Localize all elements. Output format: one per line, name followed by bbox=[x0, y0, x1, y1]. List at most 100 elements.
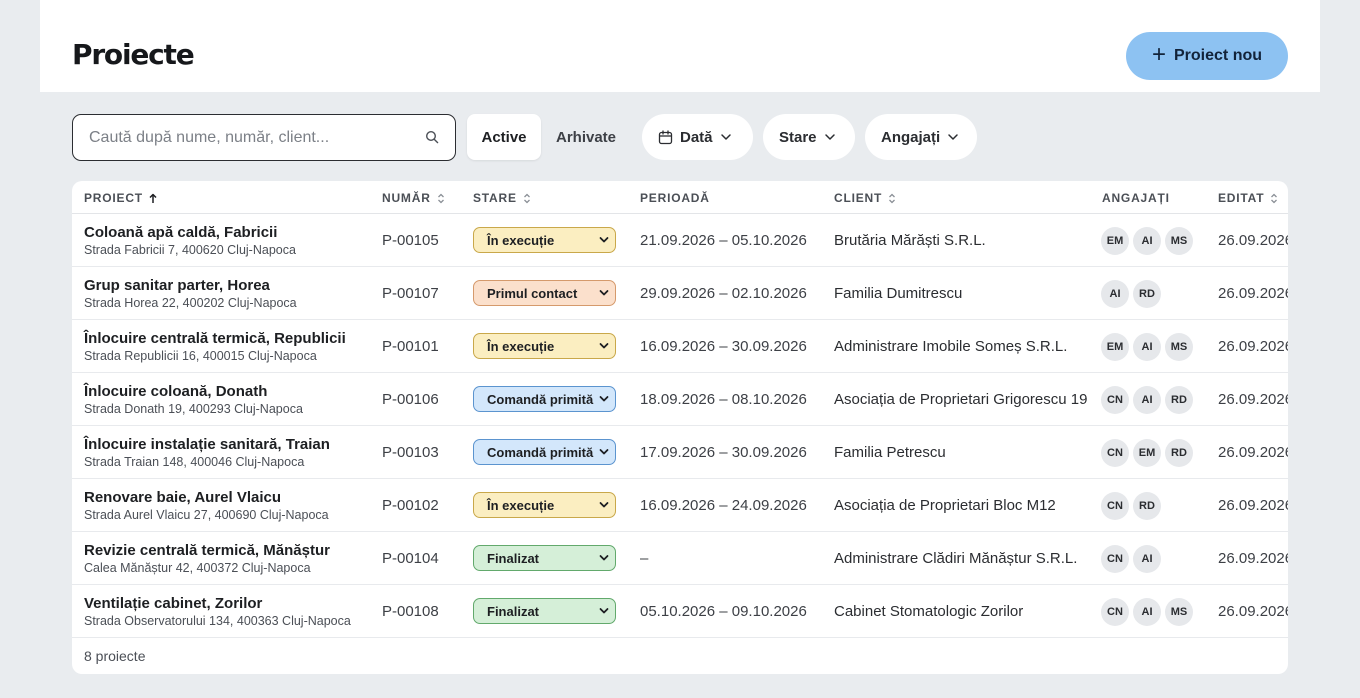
new-project-button[interactable]: + Proiect nou bbox=[1126, 32, 1288, 80]
arrow-up-icon bbox=[149, 193, 157, 203]
avatar[interactable]: CN bbox=[1101, 386, 1129, 414]
status-select[interactable]: În execuție bbox=[473, 333, 616, 359]
table-row[interactable]: Înlocuire coloană, Donath Strada Donath … bbox=[72, 373, 1288, 426]
sort-icon bbox=[437, 193, 444, 203]
project-number: P-00106 bbox=[382, 391, 439, 408]
employees-filter[interactable]: Angajați bbox=[865, 114, 977, 160]
project-client: Cabinet Stomatologic Zorilor bbox=[834, 603, 1024, 620]
avatar[interactable]: RD bbox=[1133, 492, 1161, 520]
table-row[interactable]: Revizie centrală termică, Mănăștur Calea… bbox=[72, 532, 1288, 585]
tab-archived[interactable]: Arhivate bbox=[546, 114, 626, 160]
project-name[interactable]: Grup sanitar parter, Horea bbox=[84, 277, 270, 294]
avatar[interactable]: CN bbox=[1101, 439, 1129, 467]
edited-date: 26.09.2026 bbox=[1218, 603, 1288, 620]
chevron-down-icon bbox=[948, 134, 958, 140]
avatar[interactable]: AI bbox=[1133, 386, 1161, 414]
project-number: P-00107 bbox=[382, 285, 439, 302]
column-header-edited[interactable]: EDITAT bbox=[1218, 191, 1278, 205]
status-select[interactable]: Finalizat bbox=[473, 545, 616, 571]
date-filter[interactable]: Dată bbox=[642, 114, 753, 160]
column-header-label: STARE bbox=[473, 191, 517, 205]
page-title: Proiecte bbox=[72, 38, 195, 71]
status-select[interactable]: Primul contact bbox=[473, 280, 616, 306]
employee-avatars: EM AI MS bbox=[1101, 333, 1193, 361]
table-row[interactable]: Grup sanitar parter, Horea Strada Horea … bbox=[72, 267, 1288, 320]
employee-avatars: CN EM RD bbox=[1101, 439, 1193, 467]
status-select[interactable]: În execuție bbox=[473, 492, 616, 518]
status-value: Comandă primită bbox=[487, 391, 594, 407]
avatar[interactable]: AI bbox=[1133, 598, 1161, 626]
project-address: Strada Aurel Vlaicu 27, 400690 Cluj-Napo… bbox=[84, 508, 329, 522]
project-client: Asociația de Proprietari Bloc M12 bbox=[834, 497, 1056, 514]
table-row[interactable]: Renovare baie, Aurel Vlaicu Strada Aurel… bbox=[72, 479, 1288, 532]
table-row[interactable]: Coloană apă caldă, Fabricii Strada Fabri… bbox=[72, 214, 1288, 267]
status-select[interactable]: În execuție bbox=[473, 227, 616, 253]
avatar[interactable]: CN bbox=[1101, 598, 1129, 626]
project-number: P-00102 bbox=[382, 497, 439, 514]
project-name[interactable]: Ventilație cabinet, Zorilor bbox=[84, 595, 262, 612]
column-header-project[interactable]: PROIECT bbox=[84, 191, 157, 205]
table-row[interactable]: Ventilație cabinet, Zorilor Strada Obser… bbox=[72, 585, 1288, 638]
employee-avatars: CN AI bbox=[1101, 545, 1161, 573]
employees-filter-label: Angajați bbox=[881, 128, 941, 146]
column-header-status[interactable]: STARE bbox=[473, 191, 531, 205]
avatar[interactable]: EM bbox=[1101, 227, 1129, 255]
chevron-down-icon bbox=[599, 343, 609, 349]
avatar[interactable]: RD bbox=[1133, 280, 1161, 308]
table-header: PROIECT NUMĂR STARE PERIOADĂ CLIENT ANGA… bbox=[72, 181, 1288, 214]
project-name[interactable]: Revizie centrală termică, Mănăștur bbox=[84, 542, 330, 559]
new-project-label: Proiect nou bbox=[1174, 47, 1263, 64]
project-name[interactable]: Renovare baie, Aurel Vlaicu bbox=[84, 489, 281, 506]
avatar[interactable]: EM bbox=[1133, 439, 1161, 467]
avatar[interactable]: AI bbox=[1133, 545, 1161, 573]
avatar[interactable]: EM bbox=[1101, 333, 1129, 361]
search-input[interactable] bbox=[89, 115, 419, 160]
chevron-down-icon bbox=[599, 608, 609, 614]
column-header-number[interactable]: NUMĂR bbox=[382, 191, 445, 205]
column-header-label: PERIOADĂ bbox=[640, 191, 710, 205]
project-address: Strada Republicii 16, 400015 Cluj-Napoca bbox=[84, 349, 317, 363]
sort-icon bbox=[1271, 193, 1278, 203]
chevron-down-icon bbox=[599, 237, 609, 243]
project-number: P-00101 bbox=[382, 338, 439, 355]
status-select[interactable]: Finalizat bbox=[473, 598, 616, 624]
project-address: Strada Donath 19, 400293 Cluj-Napoca bbox=[84, 402, 303, 416]
status-filter[interactable]: Stare bbox=[763, 114, 855, 160]
status-select[interactable]: Comandă primită bbox=[473, 439, 616, 465]
avatar[interactable]: AI bbox=[1133, 333, 1161, 361]
chevron-down-icon bbox=[599, 290, 609, 296]
project-name[interactable]: Înlocuire instalație sanitară, Traian bbox=[84, 436, 330, 453]
column-header-client[interactable]: CLIENT bbox=[834, 191, 896, 205]
sort-icon bbox=[889, 193, 896, 203]
avatar[interactable]: MS bbox=[1165, 598, 1193, 626]
chevron-down-icon bbox=[599, 555, 609, 561]
avatar[interactable]: MS bbox=[1165, 227, 1193, 255]
tab-active[interactable]: Active bbox=[467, 114, 541, 160]
status-value: Primul contact bbox=[487, 285, 578, 301]
status-select[interactable]: Comandă primită bbox=[473, 386, 616, 412]
column-header-label: PROIECT bbox=[84, 191, 143, 205]
table-row[interactable]: Înlocuire instalație sanitară, Traian St… bbox=[72, 426, 1288, 479]
project-name[interactable]: Coloană apă caldă, Fabricii bbox=[84, 224, 277, 241]
avatar[interactable]: RD bbox=[1165, 386, 1193, 414]
avatar[interactable]: AI bbox=[1133, 227, 1161, 255]
project-period: 18.09.2026 – 08.10.2026 bbox=[640, 391, 807, 408]
project-number: P-00108 bbox=[382, 603, 439, 620]
edited-date: 26.09.2026 bbox=[1218, 338, 1288, 355]
chevron-down-icon bbox=[720, 134, 731, 140]
search-icon[interactable] bbox=[425, 130, 439, 144]
avatar[interactable]: CN bbox=[1101, 545, 1129, 573]
calendar-icon bbox=[658, 129, 673, 144]
project-client: Administrare Clădiri Mănăștur S.R.L. bbox=[834, 550, 1078, 567]
project-address: Calea Mănăștur 42, 400372 Cluj-Napoca bbox=[84, 561, 311, 575]
table-row[interactable]: Înlocuire centrală termică, Republicii S… bbox=[72, 320, 1288, 373]
avatar[interactable]: RD bbox=[1165, 439, 1193, 467]
project-client: Asociația de Proprietari Grigorescu 19 bbox=[834, 391, 1088, 408]
project-name[interactable]: Înlocuire coloană, Donath bbox=[84, 383, 267, 400]
status-cell: Primul contact bbox=[473, 280, 616, 306]
avatar[interactable]: AI bbox=[1101, 280, 1129, 308]
edited-date: 26.09.2026 bbox=[1218, 497, 1288, 514]
avatar[interactable]: MS bbox=[1165, 333, 1193, 361]
project-name[interactable]: Înlocuire centrală termică, Republicii bbox=[84, 330, 346, 347]
avatar[interactable]: CN bbox=[1101, 492, 1129, 520]
